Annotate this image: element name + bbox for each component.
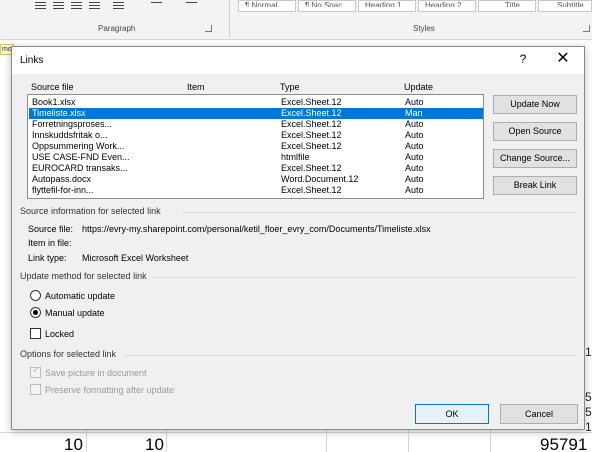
locked-label[interactable]: Locked — [45, 329, 74, 339]
sheet-gridline — [86, 430, 87, 452]
link-type-label: Link type: — [28, 253, 67, 263]
ribbon: Paragraph ¶ Normal ¶ No Spac... Heading … — [0, 0, 592, 40]
dialog-title: Links — [20, 55, 44, 66]
ribbon-divider — [229, 0, 230, 38]
section-divider — [124, 355, 577, 356]
link-row[interactable]: Innskuddsfritak o... Excel.Sheet.12 Auto — [29, 130, 483, 141]
style-no-spacing[interactable]: ¶ No Spac... — [298, 0, 356, 12]
style-normal[interactable]: ¶ Normal — [238, 0, 296, 12]
align-right-icon[interactable] — [70, 0, 83, 12]
links-dialog: Links ? ✕ Source file Item Type Update B… — [11, 46, 585, 430]
radio-selected-dot — [33, 310, 38, 315]
sheet-edge-value: 5 — [585, 390, 592, 404]
sheet-edge-value: 1 — [585, 345, 592, 359]
sheet-gridline — [490, 430, 491, 452]
preserve-formatting-checkbox[interactable] — [30, 384, 41, 395]
manual-update-label[interactable]: Manual update — [45, 308, 105, 318]
close-button[interactable]: ✕ — [552, 50, 574, 70]
sheet-value: 95791 — [540, 435, 588, 452]
source-file-label: Source file: — [28, 224, 74, 234]
link-type-value: Microsoft Excel Worksheet — [82, 253, 189, 263]
save-picture-checkbox[interactable]: ✓ — [30, 365, 41, 378]
column-header-update[interactable]: Update — [404, 82, 433, 92]
styles-launcher-icon[interactable] — [583, 25, 590, 32]
shading-icon[interactable] — [150, 0, 163, 12]
source-info-heading: Source information for selected link — [20, 206, 161, 216]
automatic-update-label[interactable]: Automatic update — [45, 291, 115, 301]
borders-icon[interactable] — [185, 0, 198, 12]
style-heading-1[interactable]: Heading 1 — [358, 0, 416, 12]
locked-checkbox[interactable] — [30, 328, 41, 339]
change-source-button[interactable]: Change Source... — [493, 149, 577, 168]
align-left-icon[interactable] — [34, 0, 47, 12]
justify-icon[interactable] — [88, 0, 101, 12]
column-header-type[interactable]: Type — [280, 82, 300, 92]
manual-update-radio[interactable] — [30, 307, 41, 318]
link-row[interactable]: USE CASE-FND Even... htmlfile Auto — [29, 152, 483, 163]
links-list[interactable]: Book1.xlsx Excel.Sheet.12 Auto Timeliste… — [27, 94, 484, 199]
column-header-source[interactable]: Source file — [31, 82, 74, 92]
link-row[interactable]: EUROCARD transaks... Excel.Sheet.12 Auto — [29, 163, 483, 174]
link-row[interactable]: flyttefil-for-inn... Excel.Sheet.12 Auto — [29, 185, 483, 196]
options-heading: Options for selected link — [20, 349, 117, 359]
sheet-gridline — [0, 432, 592, 433]
style-subtitle[interactable]: Subtitle — [538, 0, 592, 12]
help-button[interactable]: ? — [514, 52, 532, 68]
sheet-edge-value: 5 — [585, 405, 592, 419]
section-divider — [182, 212, 577, 213]
sheet-gridline — [166, 430, 167, 452]
open-source-button[interactable]: Open Source — [493, 122, 577, 141]
cancel-button[interactable]: Cancel — [500, 404, 578, 424]
link-row[interactable]: Book1.xlsx Excel.Sheet.12 Auto — [29, 97, 483, 108]
ok-button[interactable]: OK — [415, 404, 489, 424]
link-row[interactable]: Autopass.docx Word.Document.12 Auto — [29, 174, 483, 185]
paragraph-launcher-icon[interactable] — [205, 25, 212, 32]
automatic-update-radio[interactable] — [30, 290, 41, 301]
sheet-gridline — [326, 430, 327, 452]
sheet-gridline — [408, 430, 409, 452]
update-method-heading: Update method for selected link — [20, 271, 147, 281]
group-label-paragraph: Paragraph — [98, 24, 136, 33]
update-now-button[interactable]: Update Now — [493, 95, 577, 114]
item-in-file-label: Item in file: — [28, 238, 72, 248]
link-row-selected[interactable]: Timeliste.xlsx Excel.Sheet.12 Man — [29, 108, 483, 119]
sheet-value: 10 — [64, 435, 83, 452]
section-divider — [152, 277, 577, 278]
dialog-titlebar[interactable]: Links ? ✕ — [12, 47, 584, 74]
style-title[interactable]: Title — [478, 0, 536, 12]
column-header-item[interactable]: Item — [187, 82, 205, 92]
sheet-edge-value: 1 — [585, 420, 592, 434]
align-center-icon[interactable] — [52, 0, 65, 12]
link-row[interactable]: Oppsummering Work... Excel.Sheet.12 Auto — [29, 141, 483, 152]
style-heading-2[interactable]: Heading 2 — [418, 0, 476, 12]
break-link-button[interactable]: Break Link — [493, 176, 577, 195]
save-picture-label: Save picture in document — [45, 368, 147, 378]
group-label-styles: Styles — [413, 24, 435, 33]
line-spacing-icon[interactable] — [112, 0, 125, 12]
check-icon: ✓ — [32, 365, 41, 376]
link-row[interactable]: Forretningsproses... Excel.Sheet.12 Auto — [29, 119, 483, 130]
sheet-value: 10 — [145, 435, 164, 452]
source-file-value: https://evry-my.sharepoint.com/personal/… — [82, 224, 431, 234]
preserve-formatting-label: Preserve formatting after update — [45, 385, 175, 395]
